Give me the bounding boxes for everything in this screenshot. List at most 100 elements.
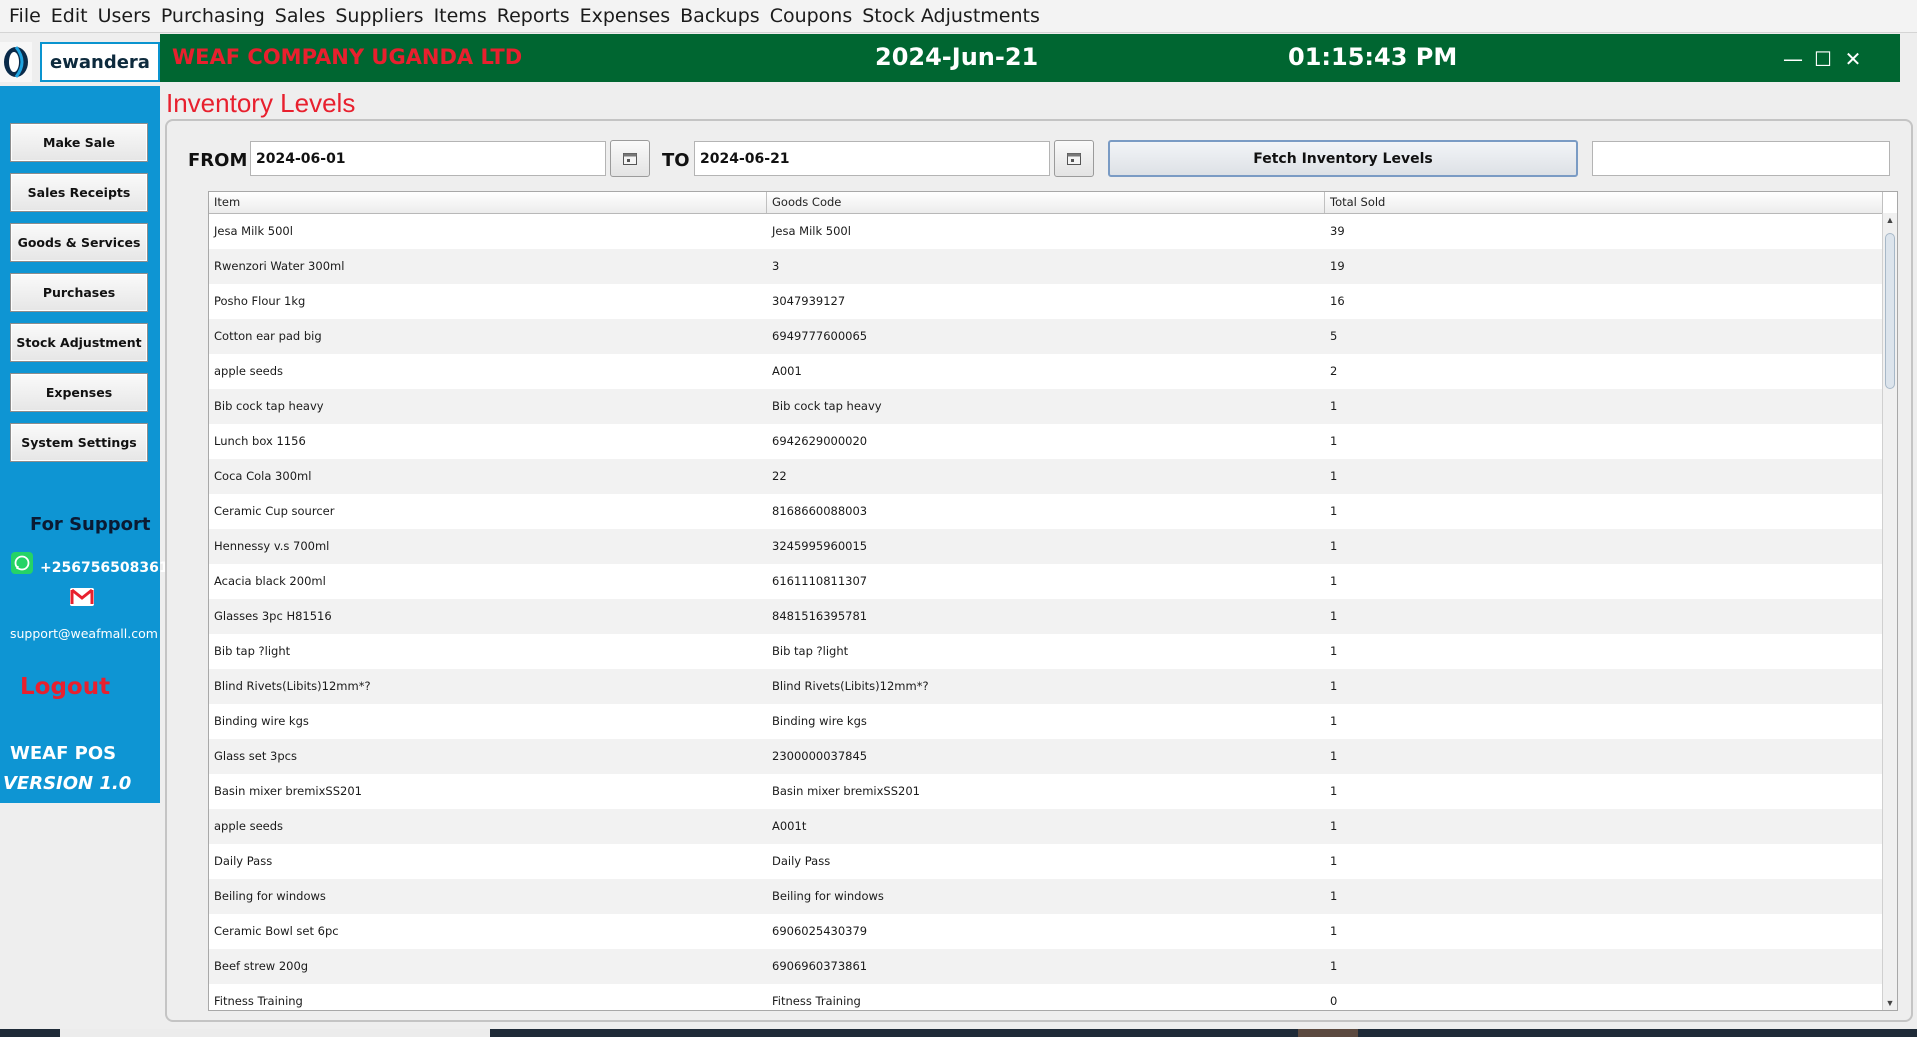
- table-row[interactable]: Bib cock tap heavy Bib cock tap heavy 1: [209, 389, 1883, 424]
- cell-total-sold: 1: [1330, 504, 1338, 518]
- menu-item-coupons[interactable]: Coupons: [765, 5, 858, 27]
- scroll-up-icon[interactable]: ▲: [1883, 213, 1897, 227]
- table-row[interactable]: Fitness Training Fitness Training 0: [209, 984, 1883, 1010]
- cell-goods-code: 2300000037845: [772, 749, 868, 763]
- table-row[interactable]: Jesa Milk 500l Jesa Milk 500l 39: [209, 214, 1883, 249]
- menu-item-items[interactable]: Items: [429, 5, 492, 27]
- cell-total-sold: 1: [1330, 959, 1338, 973]
- minimize-button[interactable]: —: [1780, 46, 1806, 72]
- table-row[interactable]: Ceramic Cup sourcer 8168660088003 1: [209, 494, 1883, 529]
- cell-total-sold: 16: [1330, 294, 1345, 308]
- make-sale-button[interactable]: Make Sale: [10, 123, 148, 162]
- cell-item: Posho Flour 1kg: [214, 294, 306, 308]
- cell-total-sold: 1: [1330, 539, 1338, 553]
- cell-item: Glass set 3pcs: [214, 749, 297, 763]
- cell-goods-code: Binding wire kgs: [772, 714, 867, 728]
- table-row[interactable]: Beef strew 200g 6906960373861 1: [209, 949, 1883, 984]
- table-row[interactable]: apple seeds A001 2: [209, 354, 1883, 389]
- table-row[interactable]: Blind Rivets(Libits)12mm*? Blind Rivets(L…: [209, 669, 1883, 704]
- close-button[interactable]: ✕: [1840, 46, 1866, 72]
- table-row[interactable]: Bib tap ?light Bib tap ?light 1: [209, 634, 1883, 669]
- cell-item: Cotton ear pad big: [214, 329, 322, 343]
- cell-item: Basin mixer bremixSS201: [214, 784, 362, 798]
- taskbar-segment: [1298, 1029, 1358, 1037]
- sales-receipts-button[interactable]: Sales Receipts: [10, 173, 148, 212]
- fetch-inventory-button[interactable]: Fetch Inventory Levels: [1108, 140, 1578, 177]
- table-row[interactable]: Glass set 3pcs 2300000037845 1: [209, 739, 1883, 774]
- menu-item-users[interactable]: Users: [93, 5, 156, 27]
- cell-total-sold: 1: [1330, 399, 1338, 413]
- menu-item-backups[interactable]: Backups: [675, 5, 765, 27]
- to-label: TO: [662, 150, 690, 171]
- cell-goods-code: Bib cock tap heavy: [772, 399, 882, 413]
- search-field[interactable]: [1592, 141, 1890, 176]
- scroll-down-icon[interactable]: ▼: [1883, 996, 1897, 1010]
- cell-goods-code: 3: [772, 259, 780, 273]
- cell-goods-code: 8481516395781: [772, 609, 868, 623]
- table-row[interactable]: Basin mixer bremixSS201 Basin mixer bremi…: [209, 774, 1883, 809]
- cell-goods-code: Blind Rivets(Libits)12mm*?: [772, 679, 929, 693]
- calendar-icon: [1067, 152, 1081, 165]
- vertical-scrollbar[interactable]: ▲ ▼: [1882, 213, 1897, 1010]
- from-calendar-button[interactable]: [610, 140, 650, 177]
- table-row[interactable]: Rwenzori Water 300ml 3 19: [209, 249, 1883, 284]
- cell-goods-code: Daily Pass: [772, 854, 831, 868]
- table-row[interactable]: Glasses 3pc H81516 8481516395781 1: [209, 599, 1883, 634]
- cell-goods-code: 6161110811307: [772, 574, 868, 588]
- cell-item: Ceramic Cup sourcer: [214, 504, 335, 518]
- table-row[interactable]: Posho Flour 1kg 3047939127 16: [209, 284, 1883, 319]
- menu-item-purchasing[interactable]: Purchasing: [156, 5, 270, 27]
- header-bar: WEAF COMPANY UGANDA LTD 2024-Jun-21 01:1…: [160, 34, 1900, 82]
- table-header: Item Goods Code Total Sold: [209, 192, 1883, 214]
- cell-item: Acacia black 200ml: [214, 574, 326, 588]
- menu-item-expenses[interactable]: Expenses: [575, 5, 676, 27]
- whatsapp-icon: [11, 552, 33, 574]
- cell-item: Bib tap ?light: [214, 644, 291, 658]
- menu-item-file[interactable]: File: [4, 5, 46, 27]
- stock-adjustment-button[interactable]: Stock Adjustment: [10, 323, 148, 362]
- cell-item: Jesa Milk 500l: [214, 224, 293, 238]
- system-settings-button[interactable]: System Settings: [10, 423, 148, 462]
- table-row[interactable]: Hennessy v.s 700ml 3245995960015 1: [209, 529, 1883, 564]
- to-date-field[interactable]: 2024-06-21: [694, 141, 1050, 176]
- cell-item: Coca Cola 300ml: [214, 469, 312, 483]
- table-row[interactable]: apple seeds A001t 1: [209, 809, 1883, 844]
- menu-item-reports[interactable]: Reports: [492, 5, 575, 27]
- to-calendar-button[interactable]: [1054, 140, 1094, 177]
- cell-item: Binding wire kgs: [214, 714, 309, 728]
- cell-item: Hennessy v.s 700ml: [214, 539, 330, 553]
- from-date-field[interactable]: 2024-06-01: [250, 141, 606, 176]
- menu-item-edit[interactable]: Edit: [46, 5, 93, 27]
- goods-services-button[interactable]: Goods & Services: [10, 223, 148, 262]
- cell-total-sold: 0: [1330, 994, 1338, 1008]
- table-row[interactable]: Daily Pass Daily Pass 1: [209, 844, 1883, 879]
- cell-total-sold: 1: [1330, 644, 1338, 658]
- cell-total-sold: 5: [1330, 329, 1338, 343]
- cell-total-sold: 1: [1330, 679, 1338, 693]
- expenses-button[interactable]: Expenses: [10, 373, 148, 412]
- cell-total-sold: 19: [1330, 259, 1345, 273]
- username-label: ewandera: [40, 42, 160, 82]
- table-row[interactable]: Binding wire kgs Binding wire kgs 1: [209, 704, 1883, 739]
- purchases-button[interactable]: Purchases: [10, 273, 148, 312]
- cell-item: Bib cock tap heavy: [214, 399, 324, 413]
- menu-item-suppliers[interactable]: Suppliers: [330, 5, 428, 27]
- logout-link[interactable]: Logout: [20, 674, 110, 700]
- menu-item-sales[interactable]: Sales: [270, 5, 331, 27]
- maximize-button[interactable]: ☐: [1810, 46, 1836, 72]
- column-header-item[interactable]: Item: [209, 192, 767, 213]
- menu-item-stock-adjustments[interactable]: Stock Adjustments: [857, 5, 1045, 27]
- column-header-total-sold[interactable]: Total Sold: [1325, 192, 1883, 213]
- table-row[interactable]: Cotton ear pad big 6949777600065 5: [209, 319, 1883, 354]
- cell-goods-code: Fitness Training: [772, 994, 861, 1008]
- cell-item: Beiling for windows: [214, 889, 326, 903]
- cell-goods-code: Basin mixer bremixSS201: [772, 784, 920, 798]
- table-row[interactable]: Coca Cola 300ml 22 1: [209, 459, 1883, 494]
- table-row[interactable]: Beiling for windows Beiling for windows 1: [209, 879, 1883, 914]
- table-row[interactable]: Acacia black 200ml 6161110811307 1: [209, 564, 1883, 599]
- scrollbar-thumb[interactable]: [1885, 233, 1895, 389]
- table-row[interactable]: Ceramic Bowl set 6pc 6906025430379 1: [209, 914, 1883, 949]
- table-row[interactable]: Lunch box 1156 6942629000020 1: [209, 424, 1883, 459]
- cell-goods-code: 3245995960015: [772, 539, 868, 553]
- column-header-goods-code[interactable]: Goods Code: [767, 192, 1325, 213]
